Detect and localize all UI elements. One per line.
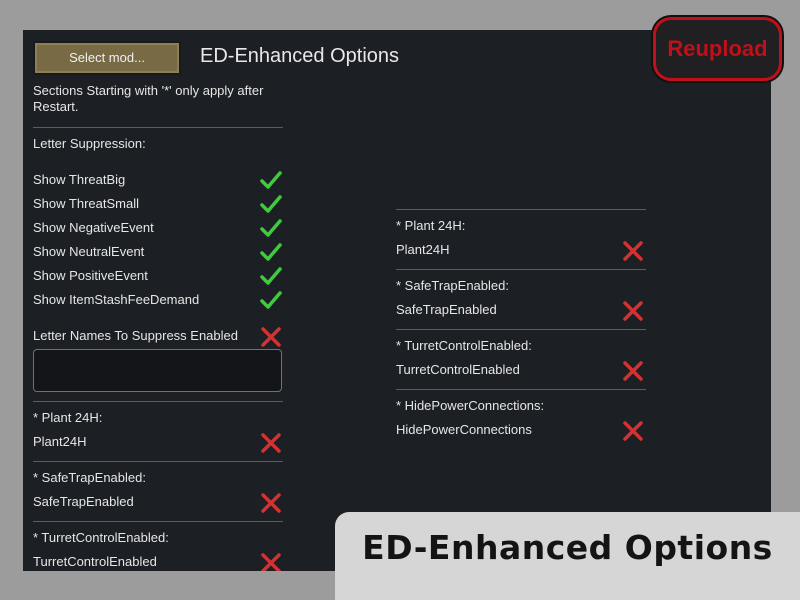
- mod-settings-window: Select mod... ED-Enhanced Options Sectio…: [23, 30, 771, 571]
- checkmark-icon[interactable]: [260, 218, 282, 238]
- divider: [33, 127, 283, 128]
- reupload-badge: Reupload: [653, 17, 782, 81]
- cross-icon[interactable]: [622, 420, 644, 442]
- checkmark-icon[interactable]: [260, 194, 282, 214]
- option-label-plant24h: Plant24H: [33, 434, 87, 449]
- option-label-positiveevent: Show PositiveEvent: [33, 268, 148, 283]
- divider: [396, 329, 646, 330]
- checkmark-icon[interactable]: [260, 170, 282, 190]
- letter-names-input[interactable]: [33, 349, 282, 392]
- section-header-turretcontrol: * TurretControlEnabled:: [33, 530, 169, 545]
- divider: [396, 269, 646, 270]
- divider: [33, 461, 283, 462]
- cross-icon[interactable]: [622, 240, 644, 262]
- banner-title: ED-Enhanced Options: [335, 512, 800, 600]
- checkmark-icon[interactable]: [260, 290, 282, 310]
- letter-suppression-header: Letter Suppression:: [33, 136, 146, 151]
- option-label-negativeevent: Show NegativeEvent: [33, 220, 154, 235]
- section-header-safetrap: * SafeTrapEnabled:: [396, 278, 509, 293]
- cross-icon[interactable]: [260, 326, 282, 348]
- option-label-plant24h: Plant24H: [396, 242, 450, 257]
- option-label-turretcontrol: TurretControlEnabled: [396, 362, 520, 377]
- checkmark-icon[interactable]: [260, 266, 282, 286]
- select-mod-button[interactable]: Select mod...: [33, 41, 181, 75]
- cross-icon[interactable]: [622, 300, 644, 322]
- option-label-itemstashfeedemand: Show ItemStashFeeDemand: [33, 292, 200, 307]
- divider: [33, 521, 283, 522]
- section-header-turretcontrol: * TurretControlEnabled:: [396, 338, 532, 353]
- divider: [33, 401, 283, 402]
- cross-icon[interactable]: [260, 432, 282, 454]
- option-label-threatsmall: Show ThreatSmall: [33, 196, 139, 211]
- option-label-threatbig: Show ThreatBig: [33, 172, 126, 187]
- section-header-plant24h: * Plant 24H:: [396, 218, 466, 233]
- window-title: ED-Enhanced Options: [200, 45, 400, 67]
- option-label-hidepowerconnections: HidePowerConnections: [396, 422, 532, 437]
- cross-icon[interactable]: [260, 492, 282, 514]
- option-label-safetrap: SafeTrapEnabled: [33, 494, 134, 509]
- divider: [396, 389, 646, 390]
- divider: [396, 209, 646, 210]
- section-header-plant24h: * Plant 24H:: [33, 410, 103, 425]
- checkmark-icon[interactable]: [260, 242, 282, 262]
- cross-icon[interactable]: [260, 552, 282, 571]
- option-label-turretcontrol: TurretControlEnabled: [33, 554, 157, 569]
- restart-note: Sections Starting with '*' only apply af…: [33, 83, 264, 114]
- section-header-safetrap: * SafeTrapEnabled:: [33, 470, 146, 485]
- option-label-safetrap: SafeTrapEnabled: [396, 302, 497, 317]
- section-header-hidepowerconnections: * HidePowerConnections:: [396, 398, 545, 413]
- letter-names-enabled-label: Letter Names To Suppress Enabled: [33, 328, 238, 343]
- cross-icon[interactable]: [622, 360, 644, 382]
- option-label-neutralevent: Show NeutralEvent: [33, 244, 145, 259]
